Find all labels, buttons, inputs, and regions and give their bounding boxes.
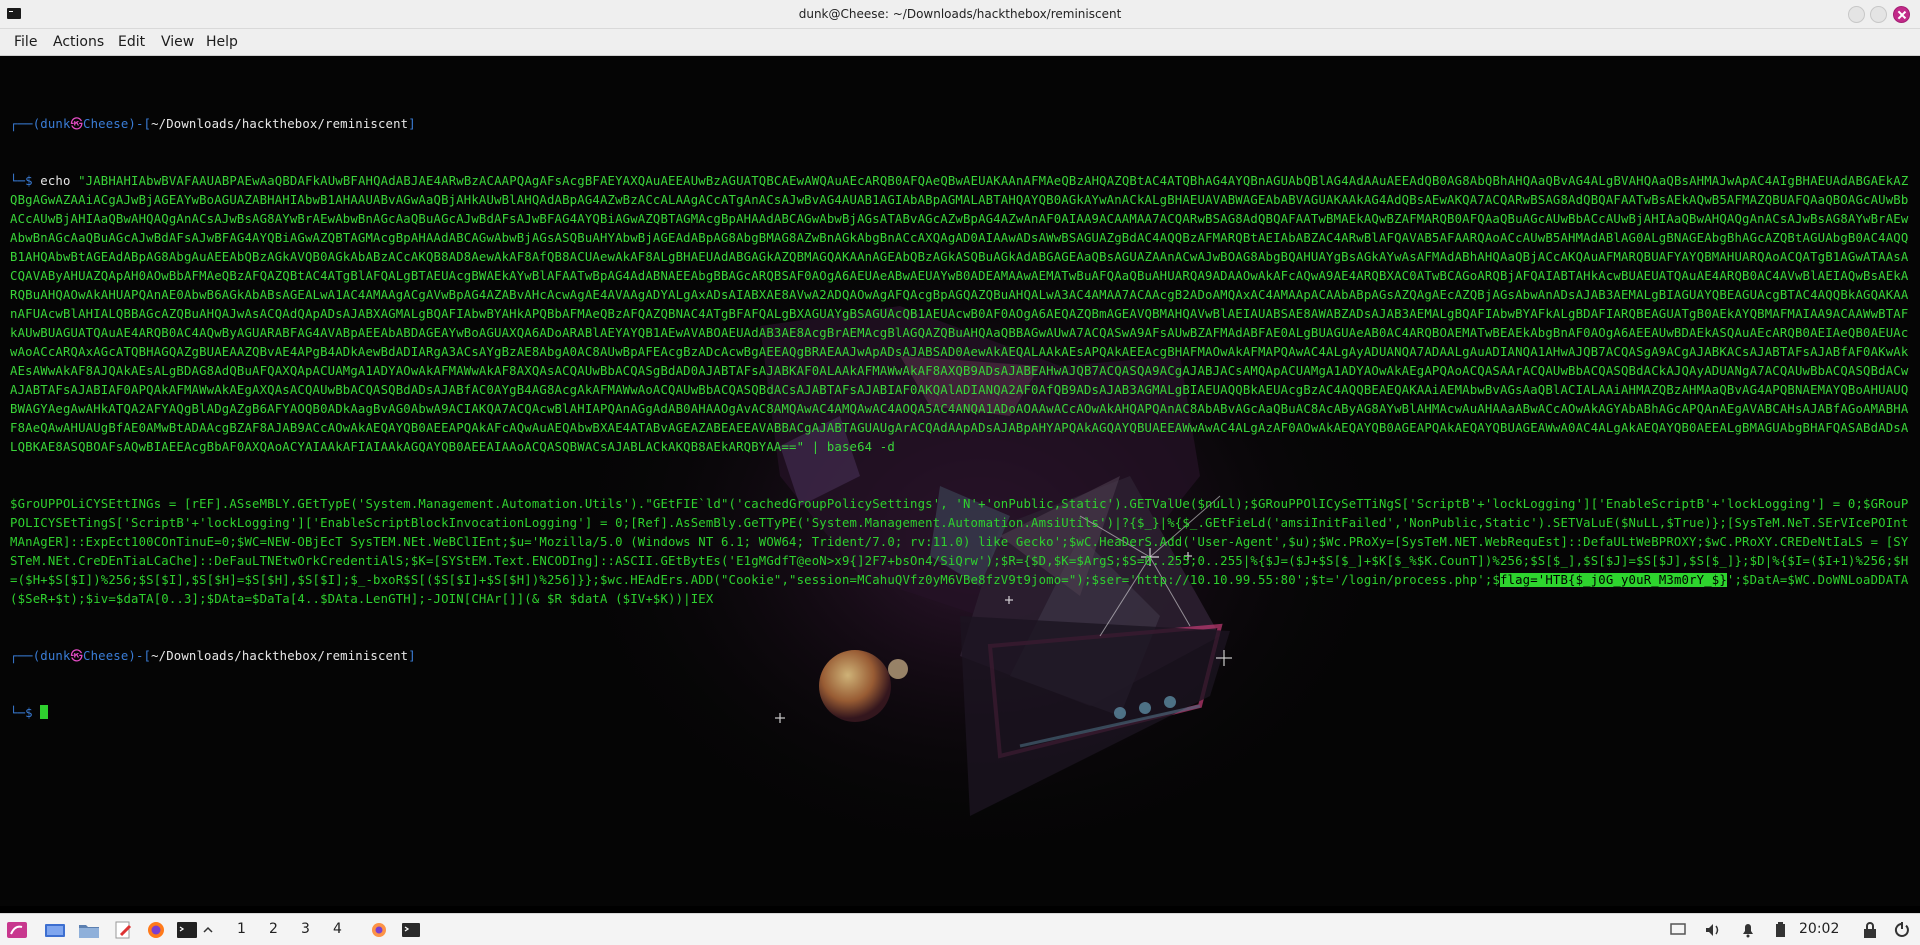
- minimize-button[interactable]: [1848, 6, 1865, 23]
- terminal-output[interactable]: ┌──(dunk㉿Cheese)-[~/Downloads/hackthebox…: [10, 77, 1914, 761]
- menu-help[interactable]: Help: [206, 34, 238, 50]
- workspace-1[interactable]: 1: [237, 921, 246, 937]
- workspace-2[interactable]: 2: [269, 921, 278, 937]
- prompt-frame: )-[: [128, 649, 152, 663]
- chevron-up-icon[interactable]: [202, 921, 214, 939]
- prompt-frame: ]: [408, 649, 416, 663]
- prompt-user: dunk: [40, 117, 71, 131]
- logout-icon[interactable]: [1892, 921, 1912, 939]
- kali-menu-icon[interactable]: [6, 921, 28, 939]
- flag-highlight: flag='HTB{$_j0G_y0uR_M3m0rY_$}: [1499, 573, 1727, 587]
- text-editor-icon[interactable]: [112, 921, 134, 939]
- show-desktop-icon[interactable]: [44, 921, 66, 939]
- prompt-frame: └─: [10, 706, 26, 720]
- prompt-frame: ┌──(: [10, 649, 41, 663]
- prompt-line-2: ┌──(dunk㉿Cheese)-[~/Downloads/hackthebox…: [10, 647, 1914, 666]
- clock[interactable]: 20:02: [1799, 921, 1839, 937]
- notification-bell-icon[interactable]: [1738, 921, 1758, 939]
- terminal-view[interactable]: ┌──(dunk㉿Cheese)-[~/Downloads/hackthebox…: [0, 56, 1920, 906]
- menu-file[interactable]: File: [14, 34, 37, 50]
- prompt-user: dunk: [40, 649, 71, 663]
- menu-view[interactable]: View: [161, 34, 194, 50]
- text-cursor: [40, 705, 49, 719]
- decoded-output: $GroUPPOLiCYSEttINGs = [rEF].ASseMBLY.GE…: [10, 495, 1914, 609]
- prompt-frame: )-[: [128, 117, 152, 131]
- prompt-path: ~/Downloads/hackthebox/reminiscent: [151, 117, 409, 131]
- display-icon[interactable]: [1668, 921, 1688, 939]
- prompt-frame: ]: [408, 117, 416, 131]
- taskbar: 1 2 3 4 20:02: [0, 913, 1920, 945]
- prompt-line-1: ┌──(dunk㉿Cheese)-[~/Downloads/hackthebox…: [10, 115, 1914, 134]
- title-bar: dunk@Cheese: ~/Downloads/hackthebox/remi…: [0, 0, 1920, 29]
- command-line-1: └─$ echo "JABHAHIAbwBVAFAAUABPAEwAaQBDAF…: [10, 172, 1914, 457]
- command-echo: echo: [40, 174, 71, 188]
- terminal-task-icon[interactable]: [400, 921, 422, 939]
- prompt-frame: ┌──(: [10, 117, 41, 131]
- prompt-at-symbol: ㉿: [70, 649, 83, 663]
- file-manager-icon[interactable]: [78, 921, 100, 939]
- command-text: "JABHAHIAbwBVAFAAUABPAEwAaQBDAFkAUwBFAHQ…: [10, 174, 1909, 454]
- prompt-frame: └─: [10, 174, 26, 188]
- prompt-path: ~/Downloads/hackthebox/reminiscent: [151, 649, 409, 663]
- menu-bar: File Actions Edit View Help: [0, 29, 1920, 56]
- menu-edit[interactable]: Edit: [118, 34, 145, 50]
- volume-icon[interactable]: [1703, 921, 1723, 939]
- command-line-2: └─$: [10, 704, 1914, 723]
- workspace-4[interactable]: 4: [333, 921, 342, 937]
- terminal-app-icon[interactable]: [176, 921, 198, 939]
- maximize-button[interactable]: [1870, 6, 1887, 23]
- prompt-at-symbol: ㉿: [70, 117, 83, 131]
- firefox-task-icon[interactable]: [368, 921, 390, 939]
- prompt-host: Cheese: [83, 117, 129, 131]
- battery-icon[interactable]: [1771, 921, 1791, 939]
- close-button[interactable]: [1893, 6, 1910, 23]
- window-title: dunk@Cheese: ~/Downloads/hackthebox/remi…: [798, 7, 1122, 21]
- prompt-host: Cheese: [83, 649, 129, 663]
- prompt-dollar: $: [25, 706, 41, 720]
- menu-actions[interactable]: Actions: [53, 34, 104, 50]
- workspace-3[interactable]: 3: [301, 921, 310, 937]
- prompt-dollar: $: [25, 174, 41, 188]
- firefox-icon[interactable]: [145, 921, 167, 939]
- lock-icon[interactable]: [1860, 921, 1880, 939]
